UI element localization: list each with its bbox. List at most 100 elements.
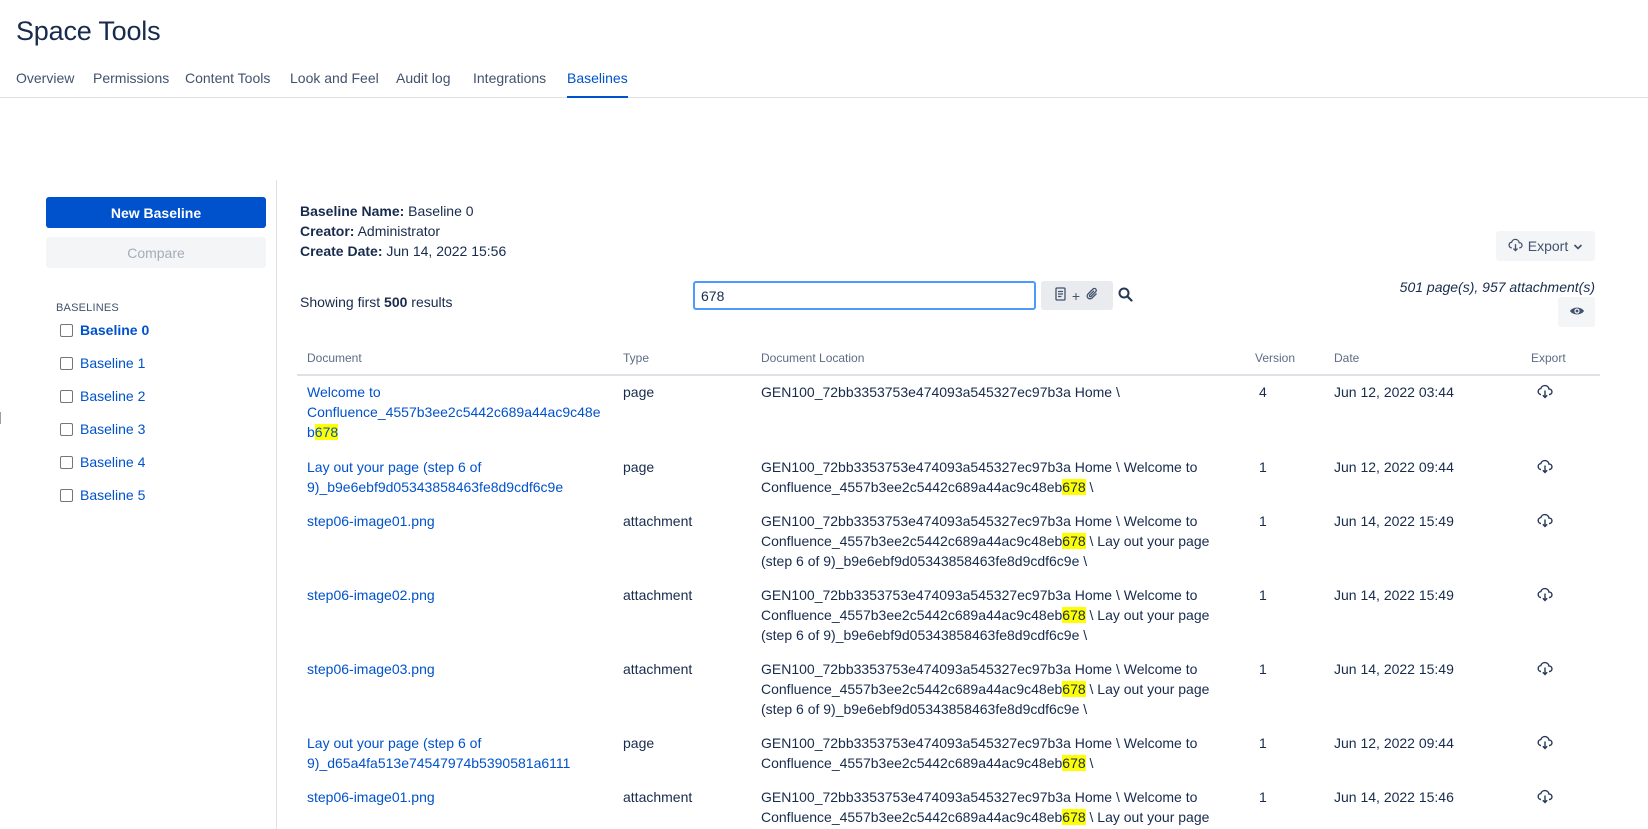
document-link[interactable]: Welcome to Confluence_4557b3ee2c5442c689… [307,382,603,442]
document-link[interactable]: step06-image01.png [307,511,607,531]
document-link[interactable]: step06-image03.png [307,659,607,679]
document-link[interactable]: Lay out your page (step 6 of 9)_d65a4fa5… [307,733,577,773]
left-edge-marker [0,412,1,424]
tab-permissions[interactable]: Permissions [93,70,169,98]
tab-content-tools[interactable]: Content Tools [185,70,270,98]
baseline-label[interactable]: Baseline 2 [80,388,145,404]
filter-type-button[interactable]: + [1041,281,1113,310]
cloud-download-icon [1508,238,1523,255]
compare-button: Compare [46,237,266,268]
document-type: page [623,384,655,400]
header-export: Export [1531,351,1566,365]
document-date: Jun 12, 2022 03:44 [1334,384,1454,400]
showing-results-text: Showing first 500 results [300,294,453,310]
tab-look-and-feel[interactable]: Look and Feel [290,70,379,98]
baseline-checkbox[interactable] [60,422,73,436]
header-type: Type [623,351,650,365]
sidebar-item-baseline-0[interactable]: Baseline 0 [60,320,149,340]
baseline-label[interactable]: Baseline 1 [80,355,145,371]
create-date-line: Create Date: Jun 14, 2022 15:56 [300,243,506,259]
showing-prefix: Showing first [300,294,381,310]
document-version: 1 [1259,459,1267,475]
search-input[interactable] [693,281,1036,310]
baseline-checkbox[interactable] [60,356,73,370]
baseline-name-line: Baseline Name: Baseline 0 [300,203,474,219]
document-version: 1 [1259,789,1267,805]
export-dropdown-button[interactable]: Export [1496,231,1595,261]
cloud-download-icon[interactable] [1537,789,1553,805]
baseline-label[interactable]: Baseline 3 [80,421,145,437]
result-counts: 501 page(s), 957 attachment(s) [1399,279,1595,295]
document-date: Jun 14, 2022 15:49 [1334,661,1454,677]
sidebar-item-baseline-5[interactable]: Baseline 5 [60,485,145,505]
baseline-label[interactable]: Baseline 5 [80,487,145,503]
sidebar-item-baseline-3[interactable]: Baseline 3 [60,419,145,439]
baseline-label[interactable]: Baseline 0 [80,322,149,338]
tab-baselines[interactable]: Baselines [567,70,628,98]
search-highlight: 678 [1062,809,1086,825]
baseline-checkbox[interactable] [60,389,73,403]
cloud-download-icon[interactable] [1537,661,1553,677]
document-location: GEN100_72bb3353753e474093a545327ec97b3a … [761,513,1210,569]
tab-integrations[interactable]: Integrations [473,70,546,98]
document-type: attachment [623,587,693,603]
document-version: 1 [1259,661,1267,677]
document-date: Jun 14, 2022 15:49 [1334,513,1454,529]
sidebar-item-baseline-4[interactable]: Baseline 4 [60,452,145,472]
document-date: Jun 12, 2022 09:44 [1334,459,1454,475]
export-label: Export [1527,238,1569,254]
sidebar-item-baseline-2[interactable]: Baseline 2 [60,386,145,406]
document-date: Jun 14, 2022 15:49 [1334,587,1454,603]
search-highlight: 678 [1062,607,1086,623]
cloud-download-icon[interactable] [1537,587,1553,603]
baseline-label[interactable]: Baseline 4 [80,454,145,470]
baseline-checkbox[interactable] [60,323,73,337]
showing-count: 500 [384,294,408,310]
search-button[interactable] [1115,286,1135,306]
baseline-checkbox[interactable] [60,488,73,502]
creator-line: Creator: Administrator [300,223,440,239]
header-document: Document [307,351,362,365]
paperclip-icon [1086,287,1099,304]
baseline-name-value: Baseline 0 [408,203,474,219]
document-link[interactable]: step06-image02.png [307,585,607,605]
document-location: GEN100_72bb3353753e474093a545327ec97b3a … [761,459,1198,495]
new-baseline-button[interactable]: New Baseline [46,197,266,228]
toggle-view-button[interactable] [1558,297,1595,327]
tab-bar: Overview Permissions Content Tools Look … [0,64,1648,98]
document-location: GEN100_72bb3353753e474093a545327ec97b3a … [761,735,1198,771]
cloud-download-icon[interactable] [1537,384,1553,400]
baseline-checkbox[interactable] [60,455,73,469]
chevron-down-icon [1573,238,1583,254]
document-date: Jun 12, 2022 09:44 [1334,735,1454,751]
create-date-value: Jun 14, 2022 15:56 [386,243,507,259]
cloud-download-icon[interactable] [1537,735,1553,751]
document-type: attachment [623,661,693,677]
document-link[interactable]: step06-image01.png [307,787,607,807]
cloud-download-icon[interactable] [1537,459,1553,475]
sidebar-divider [276,180,277,829]
search-highlight: 678 [1062,681,1086,697]
header-version: Version [1255,351,1296,365]
eye-icon [1569,304,1585,320]
document-location: GEN100_72bb3353753e474093a545327ec97b3a … [761,587,1210,643]
create-date-label: Create Date: [300,243,383,259]
document-version: 1 [1259,735,1267,751]
search-highlight: 678 [1062,533,1086,549]
baseline-name-label: Baseline Name: [300,203,405,219]
document-version: 4 [1259,384,1267,400]
search-highlight: 678 [314,424,339,440]
document-version: 1 [1259,587,1267,603]
creator-value: Administrator [357,223,441,239]
cloud-download-icon[interactable] [1537,513,1553,529]
sidebar-item-baseline-1[interactable]: Baseline 1 [60,353,145,373]
page-icon [1055,287,1066,304]
document-date: Jun 14, 2022 15:46 [1334,789,1454,805]
document-version: 1 [1259,513,1267,529]
creator-label: Creator: [300,223,355,239]
tab-audit-log[interactable]: Audit log [396,70,450,98]
showing-suffix: results [411,294,453,310]
document-location: GEN100_72bb3353753e474093a545327ec97b3a … [761,789,1210,825]
tab-overview[interactable]: Overview [16,70,74,98]
document-link[interactable]: Lay out your page (step 6 of 9)_b9e6ebf9… [307,457,567,497]
